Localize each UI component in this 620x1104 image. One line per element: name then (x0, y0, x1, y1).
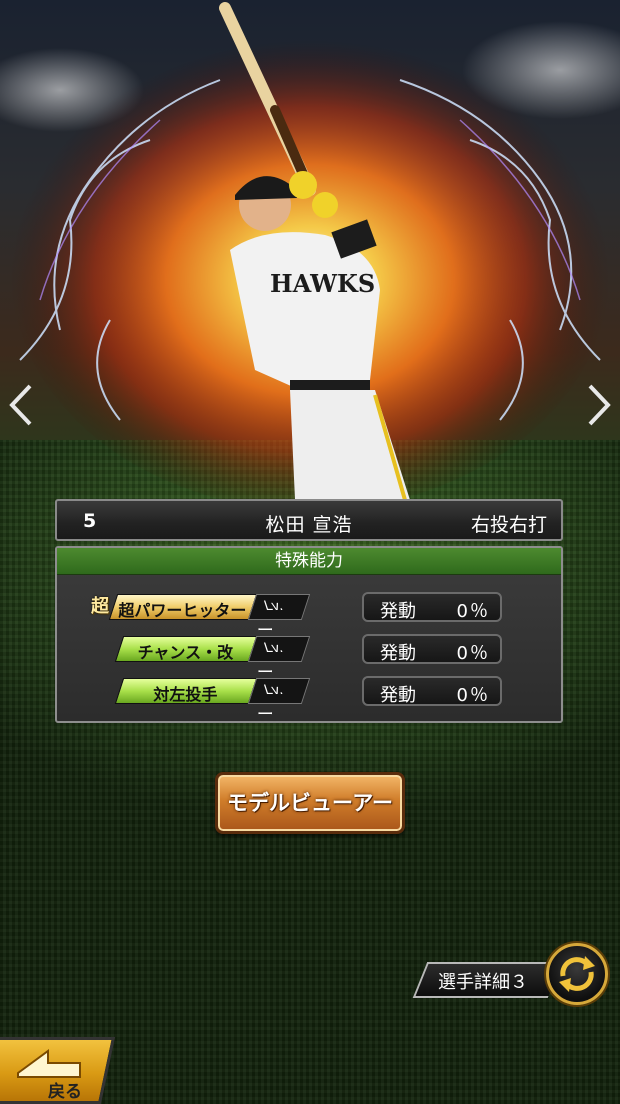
throw-bat-type: 右投右打 (470, 514, 547, 536)
skill-tag: 対左投手 (114, 678, 258, 704)
level-box: Lv. ー (247, 636, 311, 683)
skill-name: 超パワーヒッター (118, 601, 247, 620)
skill-name: チャンス・改 (137, 643, 234, 662)
super-badge: 超 (91, 596, 109, 617)
skill-tag: チャンス・改 (114, 636, 258, 662)
refresh-button[interactable] (546, 943, 608, 1005)
trigger-rate-box: 発動 0％ (362, 634, 502, 664)
back-button[interactable]: 戻る (0, 1037, 116, 1104)
chevron-right-icon[interactable] (582, 382, 616, 428)
refresh-arrows-icon (559, 956, 595, 992)
trigger-rate: 0％ (456, 643, 490, 664)
trigger-rate: 0％ (456, 601, 490, 622)
ability-row[interactable]: チャンス・改 Lv. ー 発動 0％ (57, 634, 561, 683)
player-info-bar: 5 松田 宣浩 右投右打 (55, 499, 563, 541)
detail-tab-label: 選手詳細３ (438, 972, 528, 993)
back-label: 戻る (48, 1082, 82, 1102)
trigger-rate: 0％ (456, 685, 490, 706)
ability-row[interactable]: 超パワーヒッター 超 Lv. ー 発動 0％ (57, 592, 561, 641)
ability-row[interactable]: 対左投手 Lv. ー 発動 0％ (57, 676, 561, 725)
trigger-label: 発動 (380, 643, 416, 664)
abilities-header: 特殊能力 (57, 548, 561, 575)
player-illustration: HAWKS (219, 2, 410, 500)
trigger-rate-box: 発動 0％ (362, 592, 502, 622)
trigger-rate-box: 発動 0％ (362, 676, 502, 706)
svg-text:HAWKS: HAWKS (270, 269, 375, 298)
skill-tag: 超パワーヒッター (108, 594, 258, 620)
player-detail-tab[interactable]: 選手詳細３ (412, 962, 563, 998)
trigger-label: 発動 (380, 601, 416, 622)
level-box: Lv. ー (247, 594, 311, 641)
special-abilities-panel: 特殊能力 超パワーヒッター 超 Lv. ー 発動 0％ チャンス・改 Lv. ー 発… (55, 546, 563, 725)
chevron-left-icon[interactable] (4, 382, 38, 428)
trigger-label: 発動 (380, 685, 416, 706)
model-viewer-button[interactable]: モデルビューアー (215, 772, 405, 834)
level-box: Lv. ー (247, 678, 311, 725)
skill-name: 対左投手 (153, 685, 218, 704)
